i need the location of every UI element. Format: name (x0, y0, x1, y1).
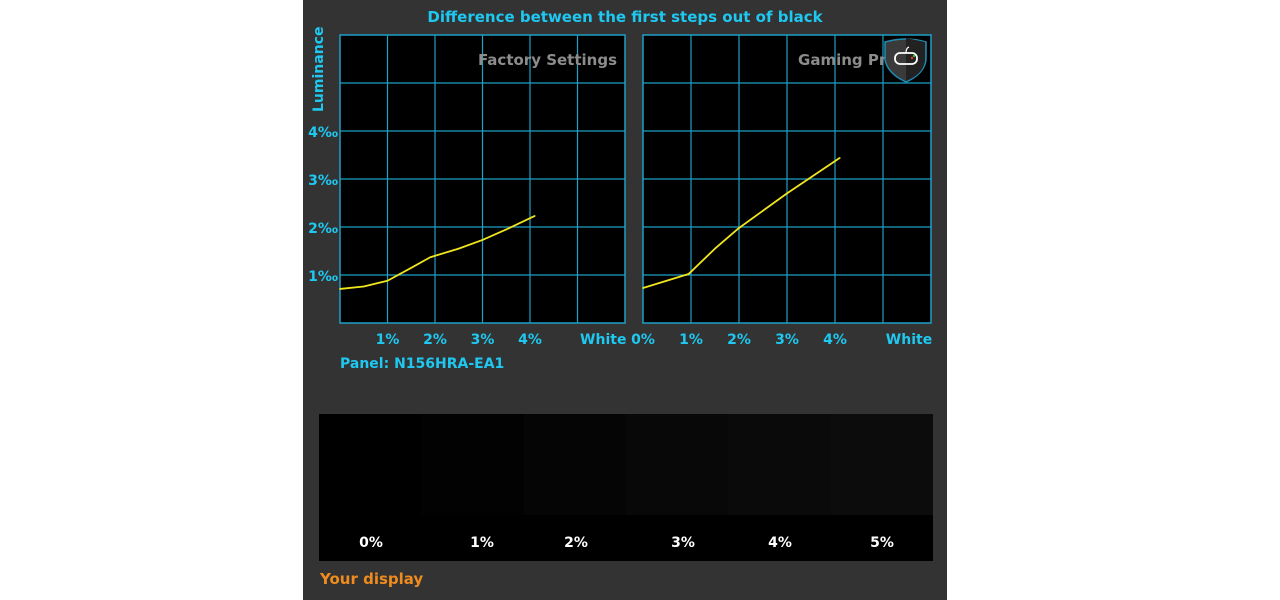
data-point (386, 279, 389, 282)
data-point (481, 239, 484, 241)
data-point (786, 192, 788, 195)
data-point (714, 247, 716, 250)
x-tick-label: 0% (631, 332, 655, 348)
x-tick-label: 3% (775, 332, 799, 348)
x-tick-label: 1% (376, 332, 400, 348)
black-level-patch (830, 414, 933, 515)
black-level-patch (728, 414, 831, 515)
y-tick-label: 2‰ (308, 221, 338, 237)
charts-svg: Factory Settings1% 2% 3% 4% White1‰2‰3‰4‰Gam… (308, 34, 932, 348)
data-point (642, 287, 644, 289)
black-level-patch (319, 414, 422, 515)
x-tick-label: 4% (823, 332, 847, 348)
x-tick-label: 4% (518, 332, 542, 348)
plot-title: Factory Settings (478, 51, 617, 69)
black-level-patch (421, 414, 524, 515)
panel-label: Panel: N156HRA-EA1 (340, 356, 505, 372)
x-tick-label: 1% (679, 332, 703, 348)
y-tick-label: 4‰ (308, 125, 338, 141)
x-tick-label: White (886, 332, 932, 348)
data-point (533, 215, 536, 217)
x-tick-label: 2% (423, 332, 447, 348)
data-point (687, 273, 690, 275)
y-tick-label: 1‰ (308, 269, 338, 285)
x-tick-label: 3% (471, 332, 495, 348)
data-point (362, 285, 365, 288)
x-tick-label: White (580, 332, 626, 348)
y-tick-label: 3‰ (308, 173, 338, 189)
your-display-caption: Your display (320, 570, 424, 588)
x-tick-label: 2% (727, 332, 751, 348)
data-point (410, 267, 413, 269)
data-point (839, 157, 841, 159)
patch-label: 5% (870, 535, 894, 551)
black-level-patch (626, 414, 729, 515)
patch-label: 1% (470, 535, 494, 551)
data-point (457, 247, 460, 250)
chart-panel: Difference between the first steps out o… (303, 0, 947, 600)
data-point (339, 288, 341, 290)
data-point (429, 256, 432, 259)
data-point (738, 227, 740, 229)
patch-label: 3% (671, 535, 695, 551)
patch-label: 0% (359, 535, 383, 551)
patch-label: 4% (768, 535, 792, 551)
black-level-strip: 0% 1% 2% 3% 4% 5% (319, 414, 933, 561)
patch-label: 2% (564, 535, 588, 551)
data-point (505, 228, 508, 231)
black-level-patch (523, 414, 626, 515)
